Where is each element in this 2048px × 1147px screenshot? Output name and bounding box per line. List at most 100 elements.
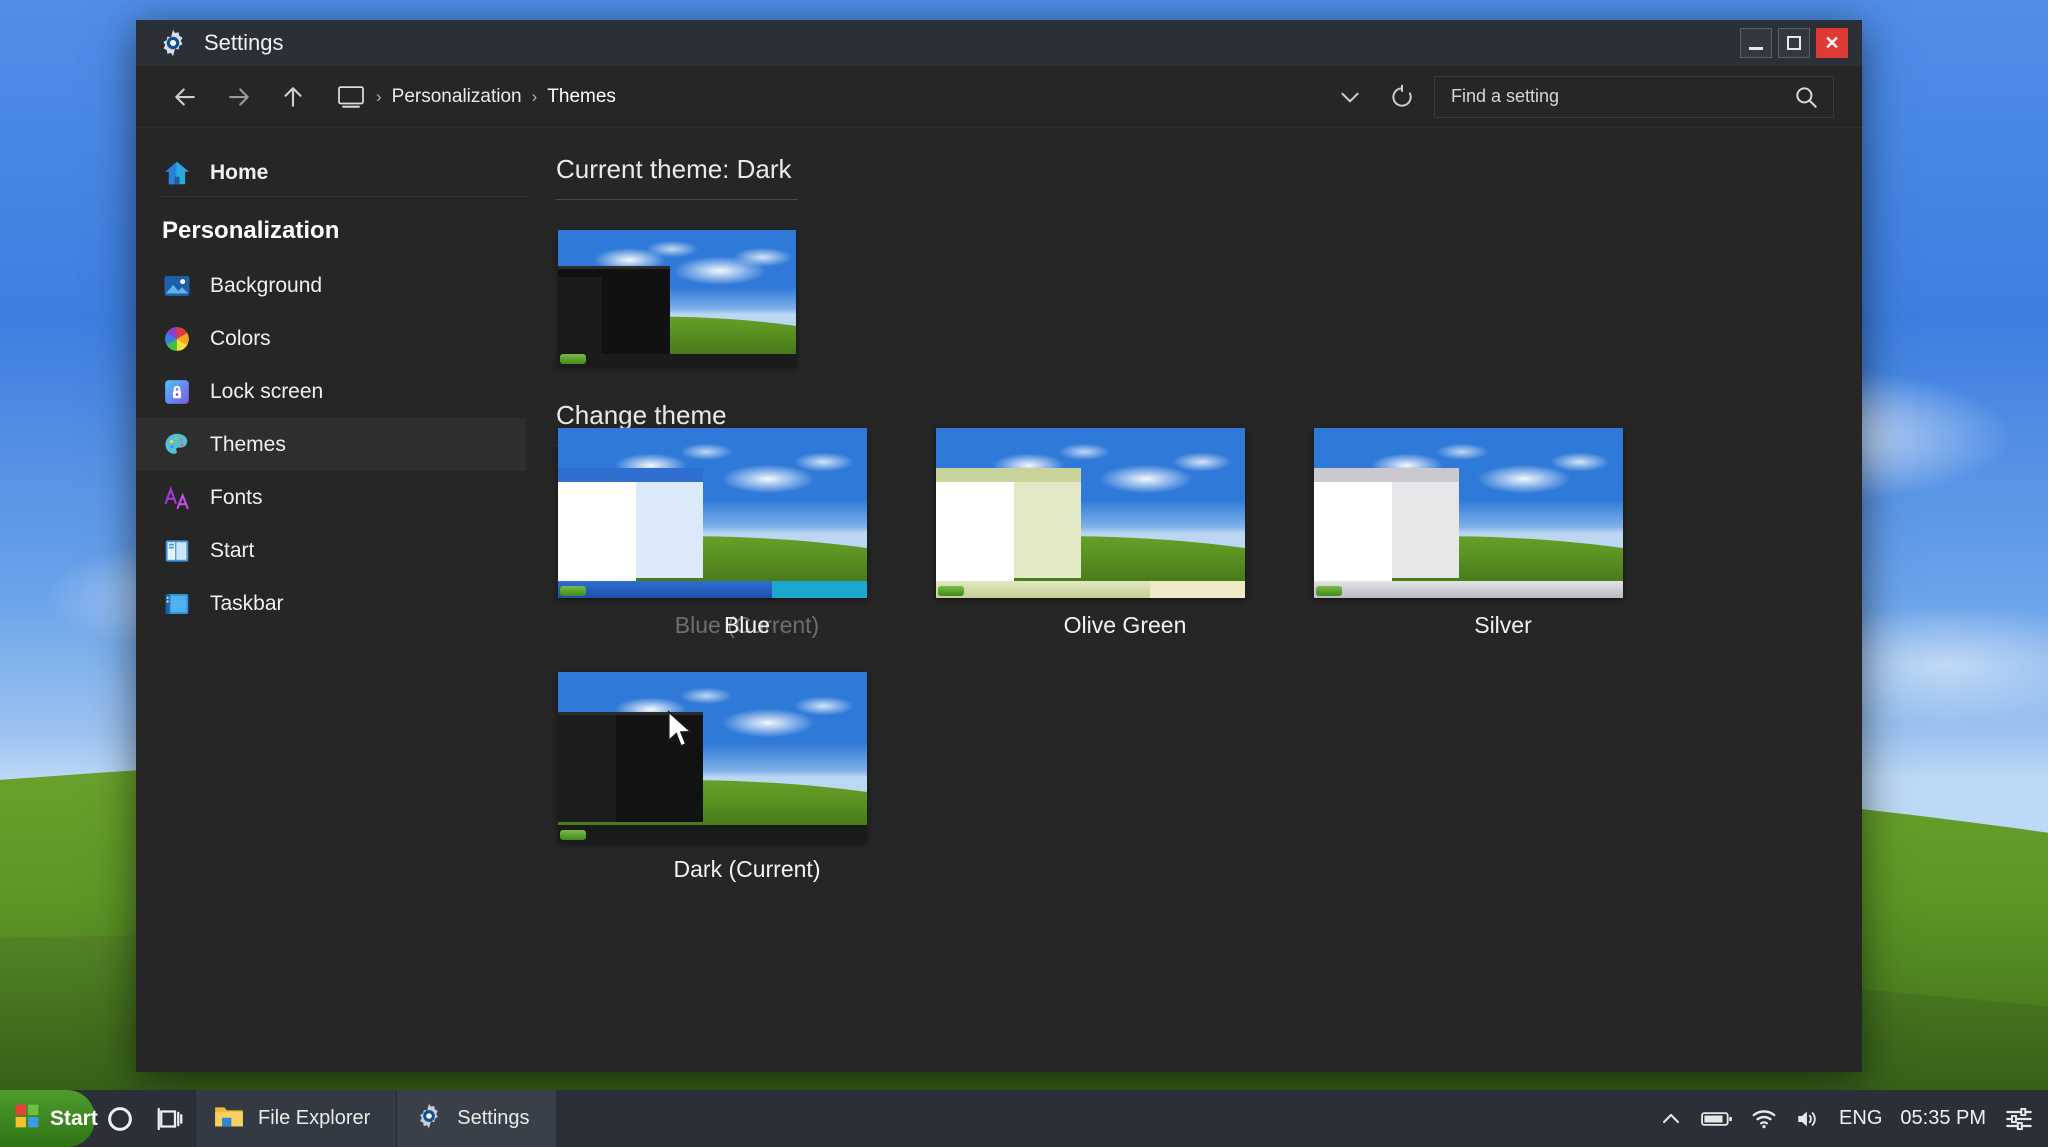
breadcrumb-separator: › <box>376 86 382 106</box>
current-theme-preview[interactable] <box>558 230 1862 366</box>
history-dropdown-button[interactable] <box>1330 74 1370 120</box>
image-icon <box>162 271 192 301</box>
sidebar-item-start[interactable]: Start <box>136 524 526 577</box>
theme-card-olive-green[interactable]: Olive Green <box>936 428 1314 642</box>
thumbnail-start-mock <box>560 354 586 364</box>
home-icon <box>162 158 192 188</box>
theme-label-text: Silver <box>1474 612 1532 638</box>
thumbnail-start-mock <box>560 586 586 596</box>
minimize-button[interactable] <box>1740 28 1772 58</box>
back-button[interactable] <box>158 74 212 120</box>
arrow-right-icon <box>229 87 249 106</box>
breadcrumb[interactable]: › Personalization › Themes <box>320 75 1330 119</box>
sidebar-item-fonts[interactable]: Fonts <box>136 471 526 524</box>
settings-window: Settings ✕ › Personalization › Themes Fi… <box>136 20 1862 1072</box>
window-controls: ✕ <box>1740 28 1848 58</box>
sidebar-item-taskbar[interactable]: Taskbar <box>136 577 526 630</box>
wifi-icon[interactable] <box>1751 1108 1777 1130</box>
thumbnail-taskbar-mock <box>936 581 1245 598</box>
thumbnail-start-mock <box>1316 586 1342 596</box>
gear-icon <box>415 1102 443 1136</box>
theme-label-text: Blue <box>723 612 771 638</box>
sidebar-item-colors[interactable]: Colors <box>136 312 526 365</box>
sidebar-item-label: Lock screen <box>210 379 324 403</box>
window-title: Settings <box>204 30 284 55</box>
theme-thumbnail-dark[interactable] <box>558 672 867 842</box>
sidebar-item-label: Taskbar <box>210 591 284 615</box>
close-button[interactable]: ✕ <box>1816 28 1848 58</box>
thumbnail-window-mock <box>558 468 703 582</box>
navigation-toolbar: › Personalization › Themes Find a settin… <box>136 66 1862 128</box>
sidebar-item-label: Fonts <box>210 485 263 509</box>
search-icon[interactable] <box>1793 84 1819 110</box>
theme-card-blue[interactable]: Blue (Current) Blue <box>558 428 936 642</box>
lock-icon <box>162 377 192 407</box>
thumbnail-start-mock <box>938 586 964 596</box>
system-tray: ENG 05:35 PM <box>1659 1090 2048 1147</box>
chevron-up-icon[interactable] <box>1659 1107 1683 1131</box>
theme-card-silver[interactable]: Silver <box>1314 428 1692 642</box>
taskbar-item-file-explorer[interactable]: File Explorer <box>195 1090 397 1147</box>
sidebar-item-label: Colors <box>210 326 271 350</box>
window-titlebar[interactable]: Settings ✕ <box>136 20 1862 66</box>
theme-thumbnail-dark-large[interactable] <box>558 230 796 366</box>
monitor-icon <box>338 85 364 108</box>
sidebar-item-label: Themes <box>210 432 286 456</box>
arrow-left-icon <box>175 87 195 106</box>
color-wheel-icon <box>162 324 192 354</box>
folder-icon <box>214 1103 244 1135</box>
settings-sidebar: Home Personalization Background Colors L… <box>136 128 526 1072</box>
current-theme-section-header: Current theme: Dark <box>556 154 816 200</box>
section-divider <box>556 199 798 200</box>
thumbnail-taskbar-mock <box>558 581 867 598</box>
taskbar-icon <box>162 589 192 619</box>
breadcrumb-separator-2: › <box>531 86 538 106</box>
maximize-glyph <box>1787 36 1801 50</box>
circle-icon <box>108 1106 132 1131</box>
thumbnail-window-mock <box>936 468 1081 582</box>
minimize-glyph <box>1749 46 1763 50</box>
theme-label-silver: Silver <box>1314 612 1692 642</box>
sidebar-group-title: Personalization <box>162 217 340 244</box>
theme-label-text: Dark (Current) <box>673 856 821 882</box>
breadcrumb-item-themes[interactable]: Themes <box>547 86 616 108</box>
sidebar-item-label: Background <box>210 273 323 297</box>
clock[interactable]: 05:35 PM <box>1900 1107 1986 1130</box>
change-theme-heading: Change theme <box>556 400 727 430</box>
thumbnail-start-mock <box>560 830 586 840</box>
theme-thumbnail-olive-green[interactable] <box>936 428 1245 598</box>
toolbar-right: Find a setting <box>1330 74 1862 120</box>
current-theme-heading: Current theme: Dark <box>556 154 792 184</box>
maximize-button[interactable] <box>1778 28 1810 58</box>
theme-label-dark: Dark (Current) <box>558 856 936 886</box>
taskbar: Start File Explorer Settings ENG 05:35 P… <box>0 1090 2048 1147</box>
search-placeholder: Find a setting <box>1451 86 1560 106</box>
theme-thumbnail-silver[interactable] <box>1314 428 1623 598</box>
cortana-button[interactable] <box>95 1090 145 1147</box>
sidebar-item-label: Start <box>210 538 255 562</box>
task-view-button[interactable] <box>145 1090 195 1147</box>
forward-button[interactable] <box>212 74 266 120</box>
sidebar-item-home[interactable]: Home <box>136 146 526 199</box>
language-indicator[interactable]: ENG <box>1839 1107 1882 1130</box>
speaker-icon[interactable] <box>1795 1108 1821 1130</box>
thumbnail-window-mock <box>1314 468 1459 582</box>
task-view-icon <box>157 1107 183 1130</box>
up-button[interactable] <box>266 74 320 120</box>
search-input[interactable]: Find a setting <box>1434 75 1834 118</box>
sidebar-item-background[interactable]: Background <box>136 259 526 312</box>
mouse-cursor-icon <box>667 710 693 748</box>
theme-card-dark[interactable]: Dark (Current) <box>558 672 936 886</box>
sidebar-divider <box>162 196 526 197</box>
sidebar-item-lock-screen[interactable]: Lock screen <box>136 365 526 418</box>
sliders-icon[interactable] <box>2004 1105 2034 1133</box>
start-button[interactable]: Start <box>0 1090 98 1147</box>
theme-thumbnail-blue[interactable] <box>558 428 867 598</box>
refresh-button[interactable] <box>1382 74 1422 120</box>
fonts-icon <box>162 483 192 513</box>
sidebar-item-themes[interactable]: Themes <box>136 418 526 471</box>
taskbar-item-settings[interactable]: Settings <box>396 1090 556 1147</box>
thumbnail-taskbar-mock <box>1314 581 1623 598</box>
breadcrumb-item-personalization[interactable]: Personalization <box>392 86 522 108</box>
battery-icon[interactable] <box>1701 1108 1733 1130</box>
